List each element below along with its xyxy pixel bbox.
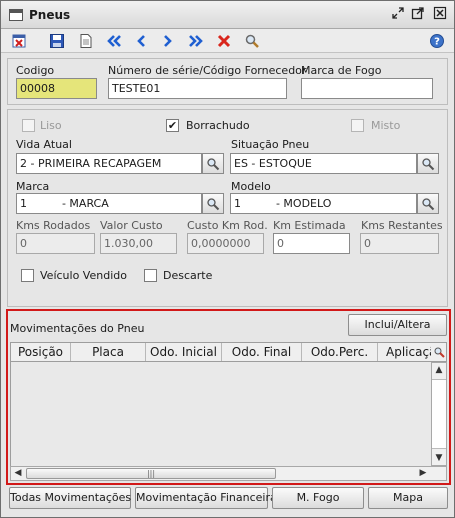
todas-movimentacoes-button[interactable]: Todas Movimentações <box>9 487 131 509</box>
vida-atual-label: Vida Atual <box>16 138 72 151</box>
codigo-field[interactable]: 00008 <box>16 78 97 99</box>
last-icon[interactable] <box>187 32 205 50</box>
serie-field[interactable]: TESTE01 <box>108 78 287 99</box>
kms-rodados-label: Kms Rodados <box>16 219 91 232</box>
previous-icon[interactable] <box>132 32 150 50</box>
close-icon[interactable] <box>432 6 448 22</box>
borrachudo-checkbox[interactable]: ✔ <box>166 119 179 132</box>
vida-atual-search-icon[interactable] <box>202 153 224 174</box>
situacao-search-icon[interactable] <box>417 153 439 174</box>
kms-restantes-label: Kms Restantes <box>361 219 443 232</box>
search-icon[interactable] <box>243 32 261 50</box>
mapa-button[interactable]: Mapa <box>368 487 448 509</box>
cancel-icon[interactable] <box>215 32 233 50</box>
delete-record-icon[interactable] <box>10 32 28 50</box>
codigo-label: Codigo <box>16 64 55 77</box>
kms-restantes-field: 0 <box>360 233 439 254</box>
misto-label: Misto <box>371 119 401 132</box>
scroll-left-icon[interactable]: ◀ <box>11 468 25 478</box>
marca-fogo-field[interactable] <box>301 78 433 99</box>
vida-atual-field[interactable]: 2 - PRIMEIRA RECAPAGEM <box>16 153 202 174</box>
maximize-icon[interactable] <box>410 6 426 22</box>
title-bar[interactable]: Pneus <box>1 1 454 29</box>
descarte-checkbox[interactable] <box>144 269 157 282</box>
horizontal-scrollbar[interactable]: ◀ ||| ▶ <box>10 466 447 481</box>
toolbar: ? <box>1 29 454 53</box>
veiculo-vendido-label: Veículo Vendido <box>40 269 127 282</box>
scroll-right-icon[interactable]: ▶ <box>416 468 430 478</box>
serie-label: Número de série/Código Fornecedor <box>108 64 307 77</box>
modelo-field[interactable]: 1 - MODELO <box>230 193 417 214</box>
misto-checkbox[interactable] <box>351 119 364 132</box>
custo-km-field: 0,0000000 <box>187 233 264 254</box>
col-posicao[interactable]: Posição <box>11 343 71 361</box>
m-fogo-button[interactable]: M. Fogo <box>272 487 364 509</box>
window-title: Pneus <box>29 8 71 22</box>
marca-search-icon[interactable] <box>202 193 224 214</box>
valor-custo-field: 1.030,00 <box>100 233 177 254</box>
km-estimada-label: Km Estimada <box>273 219 346 232</box>
minimize-icon[interactable] <box>390 6 406 22</box>
marca-field[interactable]: 1 - MARCA <box>16 193 202 214</box>
col-aplicacao[interactable]: Aplicação <box>378 343 438 361</box>
col-odo-final[interactable]: Odo. Final <box>222 343 302 361</box>
pneus-window: Pneus ? Codigo 00008 Número de série/Cód… <box>0 0 455 518</box>
vertical-scrollbar[interactable]: ▲ ▼ <box>431 362 447 466</box>
marca-label: Marca <box>16 180 50 193</box>
next-icon[interactable] <box>159 32 177 50</box>
km-estimada-field[interactable]: 0 <box>273 233 350 254</box>
inclui-altera-button[interactable]: Inclui/Altera <box>348 314 447 336</box>
movimentacoes-table-body[interactable] <box>10 362 431 466</box>
scroll-up-icon[interactable]: ▲ <box>432 365 446 375</box>
kms-rodados-field: 0 <box>16 233 95 254</box>
modelo-label: Modelo <box>231 180 271 193</box>
new-document-icon[interactable] <box>77 32 95 50</box>
help-icon[interactable]: ? <box>428 32 446 50</box>
liso-checkbox[interactable] <box>22 119 35 132</box>
movimentacao-financeira-button[interactable]: Movimentação Financeira <box>135 487 277 509</box>
horizontal-scroll-thumb[interactable]: ||| <box>26 468 276 479</box>
column-chooser-icon[interactable] <box>431 343 446 361</box>
valor-custo-label: Valor Custo <box>100 219 163 232</box>
movimentacoes-title: Movimentações do Pneu <box>10 322 145 335</box>
situacao-label: Situação Pneu <box>231 138 310 151</box>
save-icon[interactable] <box>48 32 66 50</box>
modelo-search-icon[interactable] <box>417 193 439 214</box>
situacao-field[interactable]: ES - ESTOQUE <box>230 153 417 174</box>
scroll-down-icon[interactable]: ▼ <box>432 453 446 463</box>
custo-km-label: Custo Km Rod. <box>187 219 268 232</box>
borrachudo-label: Borrachudo <box>186 119 250 132</box>
movimentacoes-table-header: Posição Placa Odo. Inicial Odo. Final Od… <box>10 342 447 362</box>
vertical-scroll-track[interactable] <box>432 379 446 449</box>
col-odo-perc[interactable]: Odo.Perc. <box>302 343 378 361</box>
col-placa[interactable]: Placa <box>71 343 146 361</box>
svg-text:?: ? <box>434 37 440 48</box>
marca-fogo-label: Marca de Fogo <box>301 64 382 77</box>
veiculo-vendido-checkbox[interactable] <box>21 269 34 282</box>
col-odo-inicial[interactable]: Odo. Inicial <box>146 343 222 361</box>
window-icon <box>9 9 23 21</box>
descarte-label: Descarte <box>163 269 213 282</box>
first-icon[interactable] <box>105 32 123 50</box>
liso-label: Liso <box>40 119 62 132</box>
